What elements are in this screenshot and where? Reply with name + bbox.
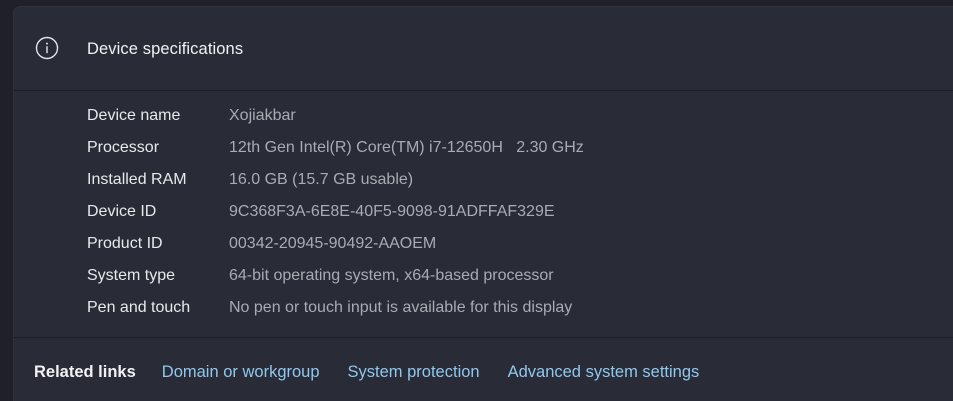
spec-label: Product ID — [87, 235, 163, 252]
spec-label: Device name — [87, 107, 181, 124]
spec-value: 12th Gen Intel(R) Core(TM) i7-12650H 2.3… — [229, 139, 584, 156]
link-system-protection[interactable]: System protection — [348, 363, 480, 382]
info-icon — [35, 36, 59, 60]
spec-label: Device ID — [87, 203, 157, 220]
link-advanced-system-settings[interactable]: Advanced system settings — [508, 363, 700, 382]
section-title: Device specifications — [87, 40, 244, 58]
device-specifications-header[interactable]: Device specifications — [14, 7, 953, 90]
settings-page: Device specifications Device name Xojiak… — [0, 0, 953, 401]
spec-value: 00342-20945-90492-AAOEM — [229, 235, 437, 252]
related-links: Related links Domain or workgroup System… — [34, 363, 727, 382]
divider — [14, 90, 953, 91]
related-links-title: Related links — [34, 363, 136, 381]
spec-label: Pen and touch — [87, 299, 191, 316]
spec-value: 64-bit operating system, x64-based proce… — [229, 267, 554, 284]
divider — [14, 337, 953, 338]
link-domain-or-workgroup[interactable]: Domain or workgroup — [162, 363, 320, 382]
spec-label: System type — [87, 267, 176, 284]
spec-label: Processor — [87, 139, 160, 156]
spec-label: Installed RAM — [87, 171, 187, 188]
spec-value: 9C368F3A-6E8E-40F5-9098-91ADFFAF329E — [229, 203, 555, 220]
spec-value: Xojiakbar — [229, 107, 296, 124]
device-specifications-card: Device specifications Device name Xojiak… — [13, 6, 953, 401]
spec-value: No pen or touch input is available for t… — [229, 299, 573, 316]
spec-value: 16.0 GB (15.7 GB usable) — [229, 171, 414, 188]
